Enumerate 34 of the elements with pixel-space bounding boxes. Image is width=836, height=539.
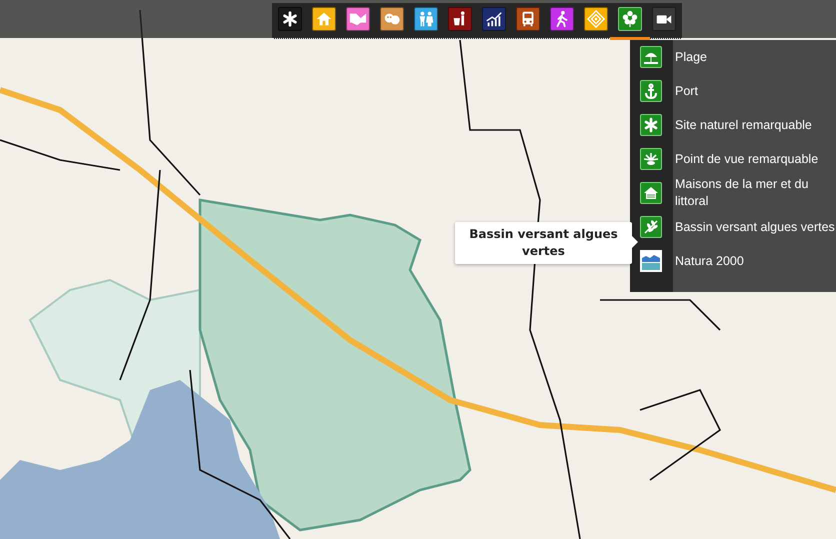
menu-item-label[interactable]: Point de vue remarquable xyxy=(675,150,818,168)
menu-item-label[interactable]: Maisons de la mer et du littoral xyxy=(675,176,836,210)
tooltip: Bassin versant algues vertes xyxy=(455,222,632,264)
asterisk-icon xyxy=(281,10,299,28)
menu-item-label[interactable]: Plage xyxy=(675,48,707,66)
category-button[interactable] xyxy=(516,7,540,31)
diamond-icon xyxy=(587,10,605,28)
category-button[interactable] xyxy=(312,7,336,31)
menu-item-label[interactable]: Port xyxy=(675,82,698,100)
category-button[interactable] xyxy=(380,7,404,31)
tooltip-arrow xyxy=(632,236,638,248)
house-icon xyxy=(315,10,333,28)
category-button[interactable] xyxy=(482,7,506,31)
leaf-branch-icon xyxy=(640,216,662,238)
menu-item-label[interactable]: Site naturel remarquable xyxy=(675,116,812,134)
category-button[interactable] xyxy=(278,7,302,31)
category-button[interactable] xyxy=(550,7,574,31)
category-button[interactable] xyxy=(448,7,472,31)
asterisk-icon xyxy=(640,114,662,136)
house-icon xyxy=(640,182,662,204)
beach-umbrella-icon xyxy=(640,46,662,68)
menu-item-label[interactable]: Bassin versant algues vertes xyxy=(675,218,835,236)
landscape-logo-icon xyxy=(640,250,662,272)
viewpoint-icon xyxy=(640,148,662,170)
category-button[interactable] xyxy=(652,7,676,31)
anchor-icon xyxy=(640,80,662,102)
category-button[interactable] xyxy=(346,7,370,31)
selection-underline xyxy=(610,37,650,40)
category-button[interactable] xyxy=(414,7,438,31)
category-button[interactable] xyxy=(584,7,608,31)
flower-icon xyxy=(621,10,639,28)
rising-chart-icon xyxy=(485,10,503,28)
children-icon xyxy=(417,10,435,28)
menu-item-label[interactable]: Natura 2000 xyxy=(675,252,744,270)
